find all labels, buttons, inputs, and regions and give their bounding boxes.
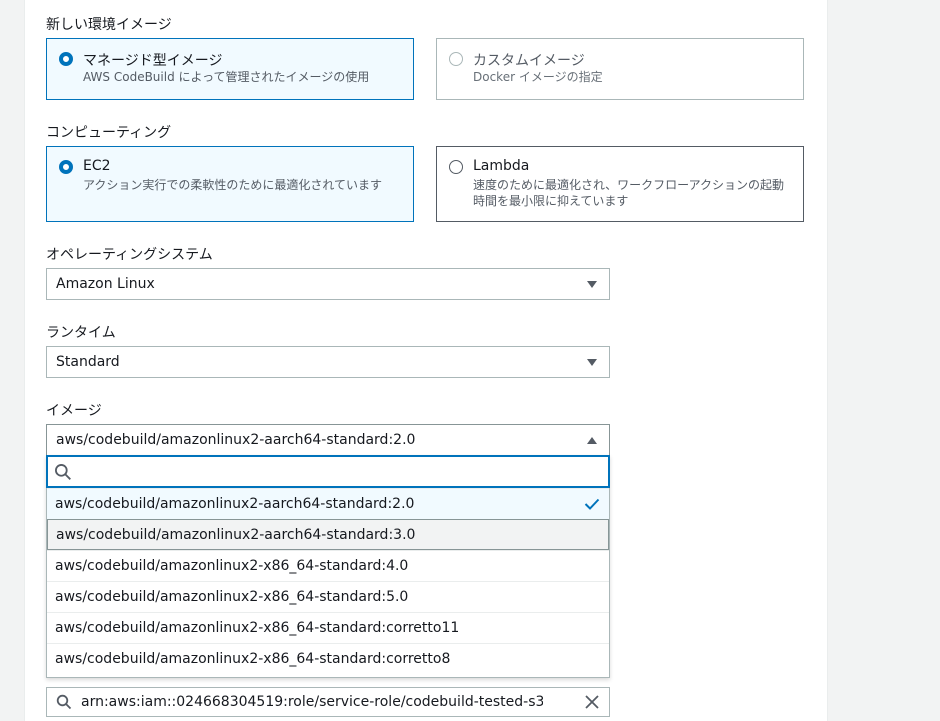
os-label: オペレーティングシステム: [46, 247, 213, 263]
computing-label: コンピューティング: [46, 125, 172, 141]
image-option[interactable]: aws/codebuild/amazonlinux2-x86_64-standa…: [47, 612, 609, 643]
ec2-tile[interactable]: EC2 アクション実行での柔軟性のために最適化されています: [46, 146, 414, 222]
image-select-value: aws/codebuild/amazonlinux2-aarch64-stand…: [56, 432, 416, 448]
image-select[interactable]: aws/codebuild/amazonlinux2-aarch64-stand…: [46, 424, 610, 456]
lambda-desc-line1: 速度のために最適化され、ワークフローアクションの起動: [473, 178, 785, 192]
lambda-tile[interactable]: Lambda 速度のために最適化され、ワークフローアクションの起動 時間を最小限…: [436, 146, 804, 222]
image-option[interactable]: aws/codebuild/amazonlinux2-aarch64-stand…: [47, 519, 609, 550]
managed-image-title: マネージド型イメージ: [83, 53, 223, 69]
image-option[interactable]: aws/codebuild/amazonlinux2-x86_64-standa…: [47, 550, 609, 581]
image-label: イメージ: [46, 403, 102, 419]
caret-up-icon: [587, 437, 597, 444]
search-icon: [56, 694, 72, 714]
runtime-label: ランタイム: [46, 325, 116, 341]
managed-image-desc: AWS CodeBuild によって管理されたイメージの使用: [83, 70, 370, 84]
image-option[interactable]: aws/codebuild/amazonlinux2-x86_64-standa…: [47, 643, 609, 674]
lambda-desc-line2: 時間を最小限に抑えています: [473, 194, 629, 208]
managed-image-radio[interactable]: [59, 52, 73, 66]
image-filter-input[interactable]: [46, 455, 610, 488]
runtime-select[interactable]: Standard: [46, 346, 610, 378]
custom-image-radio[interactable]: [449, 52, 463, 66]
os-select[interactable]: Amazon Linux: [46, 268, 610, 300]
custom-image-desc: Docker イメージの指定: [473, 70, 603, 84]
ec2-title: EC2: [83, 158, 111, 174]
caret-down-icon: [587, 281, 597, 288]
runtime-select-value: Standard: [56, 354, 120, 370]
image-option[interactable]: aws/codebuild/amazonlinux2-aarch64-stand…: [47, 488, 609, 519]
service-role-value: arn:aws:iam::024668304519:role/service-r…: [81, 694, 543, 710]
os-select-value: Amazon Linux: [56, 276, 155, 292]
caret-down-icon: [587, 359, 597, 366]
lambda-radio[interactable]: [449, 160, 463, 174]
custom-image-tile[interactable]: カスタムイメージ Docker イメージの指定: [436, 38, 804, 100]
managed-image-tile[interactable]: マネージド型イメージ AWS CodeBuild によって管理されたイメージの使…: [46, 38, 414, 100]
clear-icon[interactable]: [584, 694, 600, 714]
image-option[interactable]: aws/codebuild/amazonlinux2-x86_64-standa…: [47, 581, 609, 612]
lambda-title: Lambda: [473, 158, 530, 174]
ec2-radio[interactable]: [59, 160, 73, 174]
search-icon: [54, 463, 72, 485]
check-icon: [584, 497, 600, 515]
new-env-image-label: 新しい環境イメージ: [46, 17, 172, 33]
service-role-input[interactable]: arn:aws:iam::024668304519:role/service-r…: [46, 687, 610, 717]
image-dropdown: aws/codebuild/amazonlinux2-aarch64-stand…: [46, 455, 610, 678]
ec2-desc: アクション実行での柔軟性のために最適化されています: [83, 178, 383, 192]
custom-image-title: カスタムイメージ: [473, 53, 585, 69]
